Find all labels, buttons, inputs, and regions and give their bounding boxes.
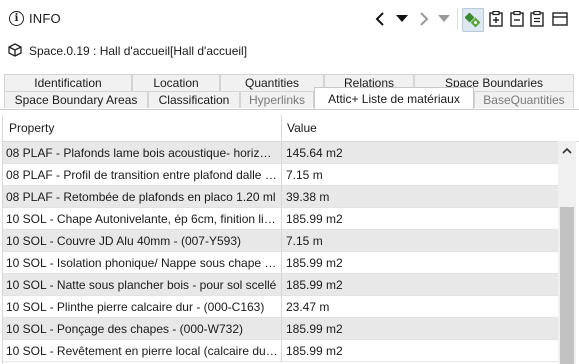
detach-window-button[interactable]: [550, 8, 570, 30]
value-cell: 185.99 m2: [286, 256, 343, 270]
tab-basequantities[interactable]: BaseQuantities: [474, 91, 574, 108]
value-cell: 23.47 m: [286, 300, 330, 314]
caret-down-icon: [438, 15, 450, 22]
copy-to-clipboard-button[interactable]: [527, 8, 547, 30]
history-dropdown-button[interactable]: [392, 8, 412, 30]
table-row[interactable]: 10 SOL - Natte sous plancher bois - pour…: [3, 274, 559, 296]
panel-titlebar: i INFO: [0, 0, 579, 38]
property-cell: 10 SOL - Revêtement en pierre local (cal…: [6, 344, 278, 358]
tabs-divider: [0, 109, 579, 110]
column-header-property[interactable]: Property: [9, 121, 54, 135]
column-divider: [281, 296, 282, 318]
tab-attic-liste-de-materiaux[interactable]: Attic+ Liste de matériaux: [314, 87, 474, 109]
chevron-up-icon: [562, 147, 572, 154]
collapse-all-button[interactable]: [507, 8, 527, 30]
value-cell: 7.15 m: [286, 234, 323, 248]
property-cell: 08 PLAF - Plafonds lame bois acoustique-…: [6, 146, 278, 160]
property-cell: 10 SOL - Couvre JD Alu 40mm - (007-Y593): [6, 234, 241, 248]
cube-icon: [8, 43, 22, 57]
table-body: 08 PLAF - Plafonds lame bois acoustique-…: [3, 142, 559, 362]
value-cell: 39.38 m: [286, 190, 330, 204]
column-divider: [281, 274, 282, 296]
selected-element-label: Space.0.19 : Hall d'accueil[Hall d'accue…: [29, 44, 248, 58]
property-cell: 10 SOL - Plinthe pierre calcaire dur - (…: [6, 300, 265, 314]
property-cell: 08 PLAF - Profil de transition entre pla…: [6, 168, 278, 182]
caret-down-icon: [396, 15, 408, 22]
table-row[interactable]: 10 SOL - Revêtement en pierre local (cal…: [3, 340, 559, 362]
table-row[interactable]: 08 PLAF - Plafonds lame bois acoustique-…: [3, 142, 559, 164]
column-divider: [281, 230, 282, 252]
table-row[interactable]: 10 SOL - Couvre JD Alu 40mm - (007-Y593)…: [3, 230, 559, 252]
clipboard-icon: [530, 11, 544, 27]
expand-all-button[interactable]: [486, 8, 506, 30]
previous-button[interactable]: [370, 8, 390, 30]
column-divider: [281, 318, 282, 340]
tab-quantities[interactable]: Quantities: [220, 74, 324, 91]
filter-toggle-button[interactable]: [462, 8, 484, 32]
value-cell: 185.99 m2: [286, 322, 343, 336]
value-cell: 185.99 m2: [286, 212, 343, 226]
panel-title: INFO: [29, 11, 61, 26]
vertical-scrollbar[interactable]: [558, 141, 576, 364]
tab-hyperlinks[interactable]: Hyperlinks: [240, 91, 314, 108]
column-divider: [281, 164, 282, 186]
table-row[interactable]: 10 SOL - Isolation phonique/ Nappe sous …: [3, 252, 559, 274]
column-divider: [281, 252, 282, 274]
table-row[interactable]: 10 SOL - Chape Autonivelante, ép 6cm, fi…: [3, 208, 559, 230]
info-icon: i: [9, 11, 24, 26]
column-resize-handle[interactable]: [281, 115, 282, 141]
tab-identification[interactable]: Identification: [4, 74, 132, 91]
value-cell: 185.99 m2: [286, 278, 343, 292]
forward-history-dropdown-button[interactable]: [434, 8, 454, 30]
property-tabs: Identification Location Quantities Relat…: [0, 70, 579, 110]
table-row[interactable]: 08 PLAF - Retombée de plafonds en placo …: [3, 186, 559, 208]
scroll-up-button[interactable]: [558, 141, 576, 159]
value-cell: 7.15 m: [286, 168, 323, 182]
column-divider: [281, 142, 282, 164]
table-row[interactable]: 10 SOL - Ponçage des chapes - (000-W732)…: [3, 318, 559, 340]
tab-location[interactable]: Location: [132, 74, 220, 91]
property-cell: 10 SOL - Natte sous plancher bois - pour…: [6, 278, 277, 292]
toolbar-separator: [457, 8, 458, 30]
window-icon: [552, 12, 568, 26]
table-row[interactable]: 10 SOL - Plinthe pierre calcaire dur - (…: [3, 296, 559, 318]
next-button[interactable]: [414, 8, 434, 30]
property-cell: 10 SOL - Chape Autonivelante, ép 6cm, fi…: [6, 212, 278, 226]
expand-panel-icon: [489, 11, 503, 27]
ifc-filter-icon: [465, 12, 481, 28]
table-header: Property Value: [3, 115, 579, 142]
scrollbar-thumb[interactable]: [560, 207, 574, 364]
chevron-left-icon: [375, 12, 384, 26]
property-table: Property Value 08 PLAF - Plafonds lame b…: [2, 115, 579, 364]
property-cell: 10 SOL - Isolation phonique/ Nappe sous …: [6, 256, 278, 270]
collapse-panel-icon: [510, 11, 524, 27]
column-header-value[interactable]: Value: [287, 121, 317, 135]
column-divider: [281, 186, 282, 208]
column-divider: [281, 340, 282, 362]
table-row[interactable]: 08 PLAF - Profil de transition entre pla…: [3, 164, 559, 186]
column-divider: [281, 208, 282, 230]
tab-classification[interactable]: Classification: [148, 91, 240, 108]
value-cell: 185.99 m2: [286, 344, 343, 358]
chevron-right-icon: [420, 12, 429, 26]
property-cell: 08 PLAF - Retombée de plafonds en placo …: [6, 190, 276, 204]
property-cell: 10 SOL - Ponçage des chapes - (000-W732): [6, 322, 244, 336]
value-cell: 145.64 m2: [286, 146, 343, 160]
tab-space-boundary-areas[interactable]: Space Boundary Areas: [4, 91, 148, 108]
